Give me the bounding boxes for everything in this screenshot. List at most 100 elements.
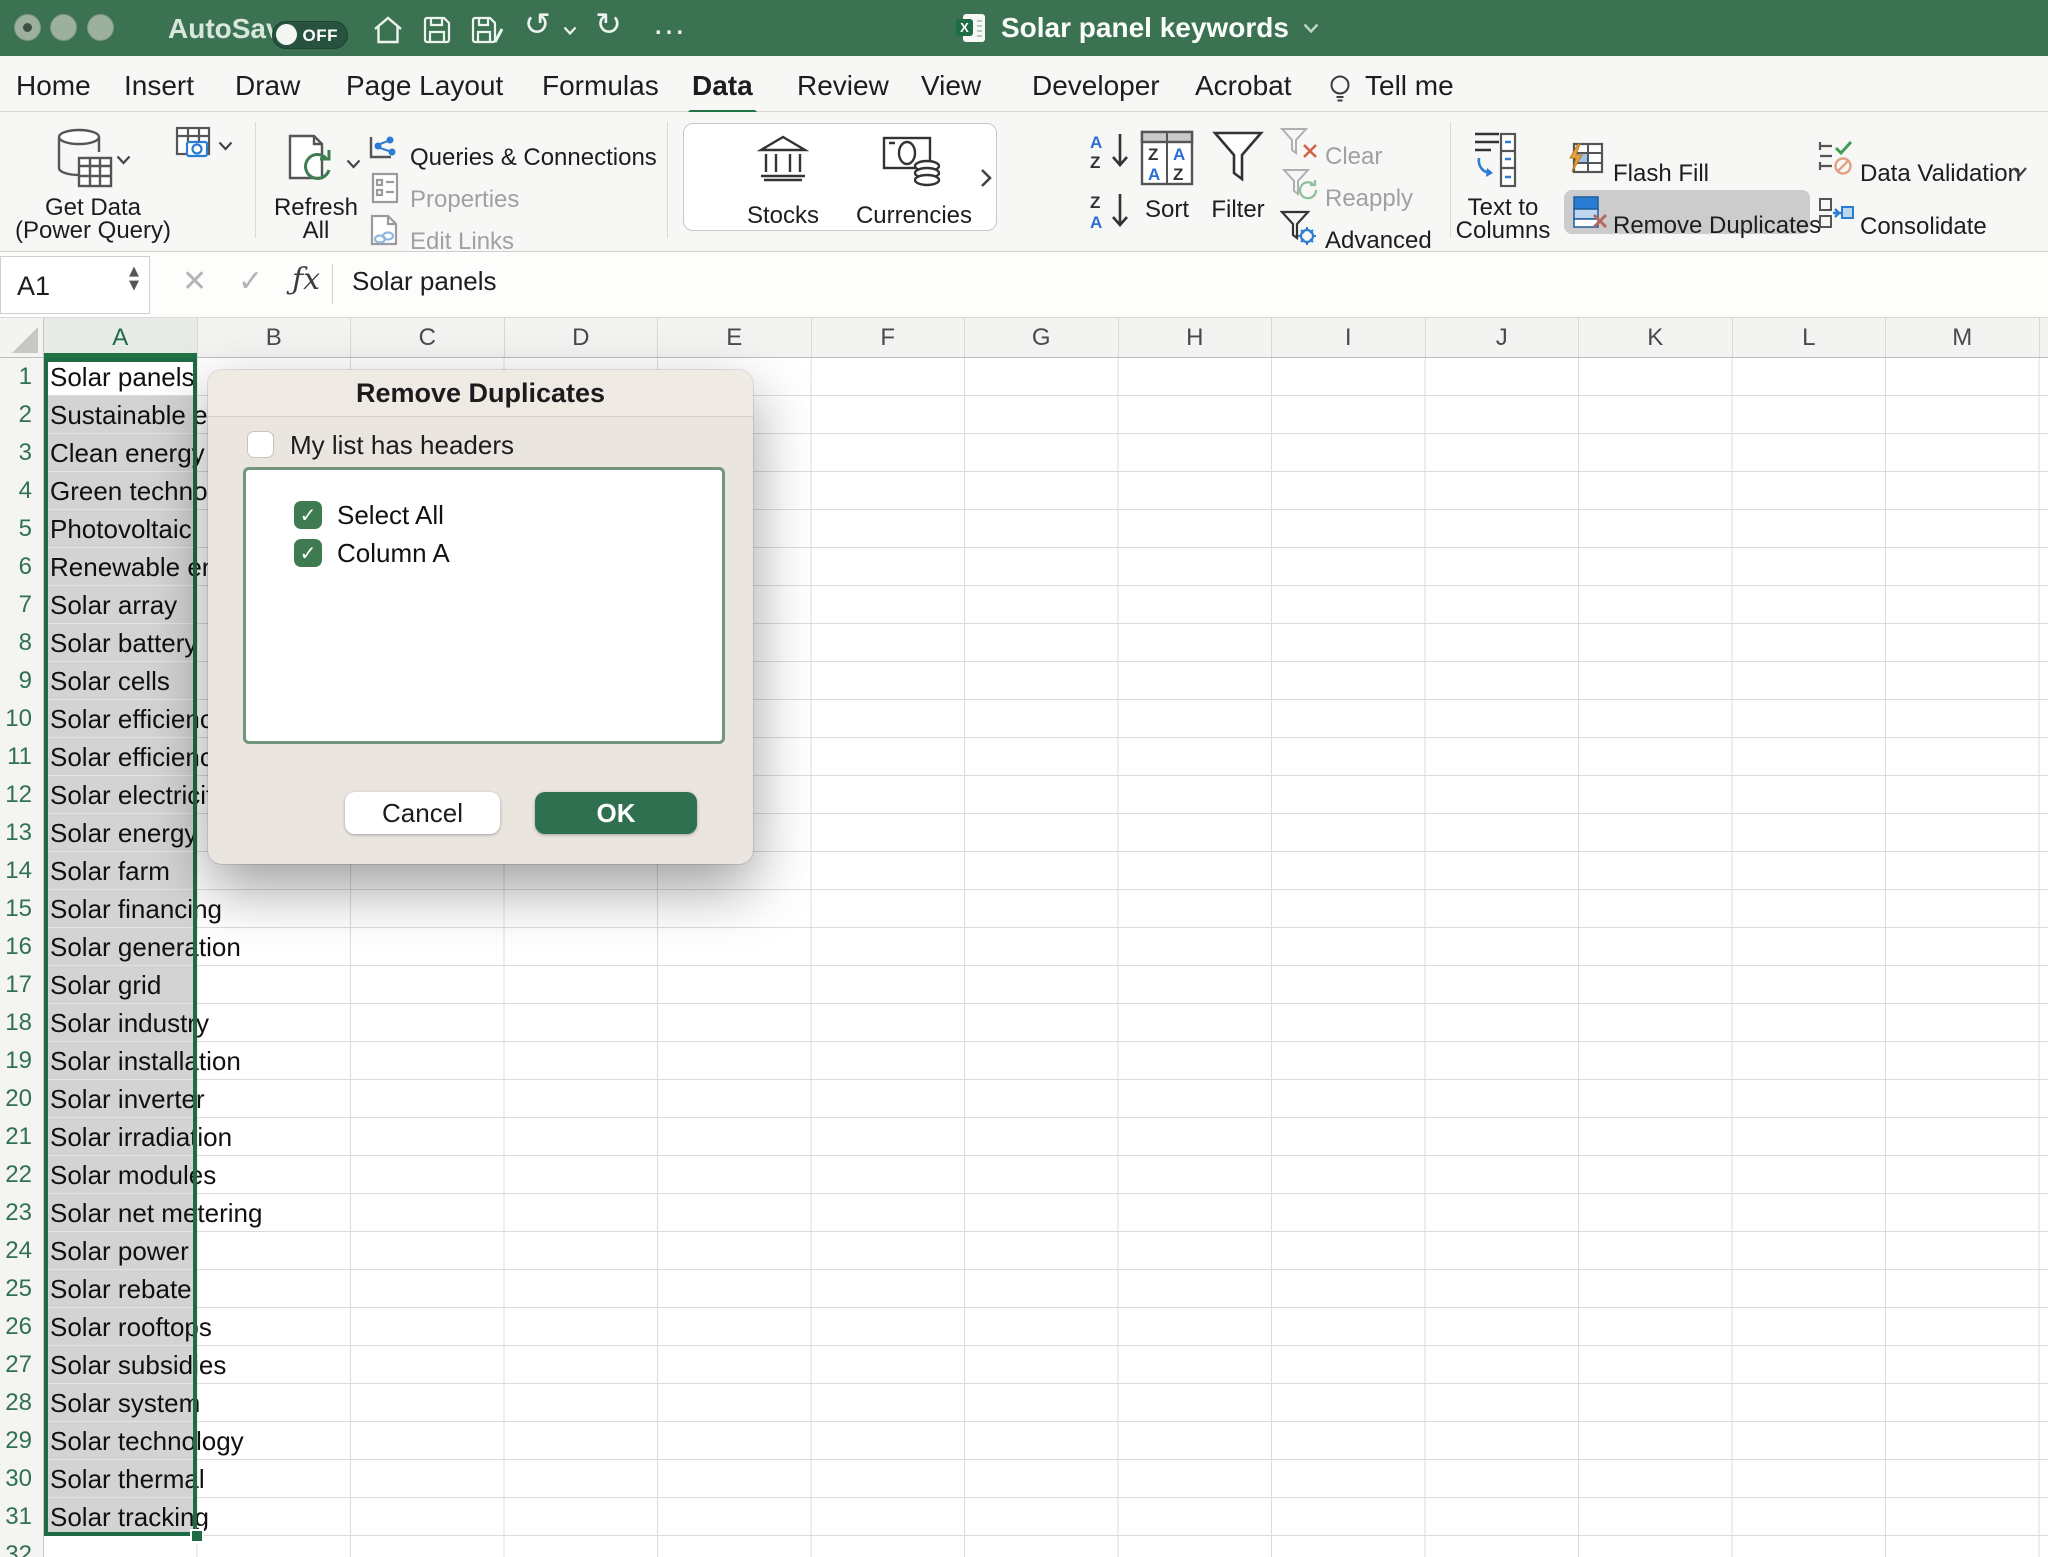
row-header-10[interactable]: 10 xyxy=(0,700,32,738)
filter-button[interactable] xyxy=(1212,130,1264,191)
cell-A8[interactable]: Solar battery xyxy=(50,624,197,662)
row-header-4[interactable]: 4 xyxy=(0,472,32,510)
cell-A25[interactable]: Solar rebate xyxy=(50,1270,192,1308)
tab-page-layout[interactable]: Page Layout xyxy=(346,70,503,102)
column-header-D[interactable]: D xyxy=(505,318,658,357)
name-box-stepper[interactable]: ▲ ▼ xyxy=(129,265,139,293)
flash-fill-label[interactable]: Flash Fill xyxy=(1613,160,1709,188)
cell-A16[interactable]: Solar generation xyxy=(50,928,241,966)
columns-listbox[interactable]: ✓ Select All ✓ Column A xyxy=(243,467,725,744)
data-validation-chevron-icon[interactable] xyxy=(2012,164,2028,182)
cell-A15[interactable]: Solar financing xyxy=(50,890,222,928)
cancel-entry-button[interactable]: ✕ xyxy=(182,264,207,299)
row-header-22[interactable]: 22 xyxy=(0,1156,32,1194)
row-header-7[interactable]: 7 xyxy=(0,586,32,624)
minimize-window-button[interactable] xyxy=(50,14,77,41)
consolidate-button[interactable] xyxy=(1818,197,1854,234)
cell-A12[interactable]: Solar electricity xyxy=(50,776,226,814)
row-header-3[interactable]: 3 xyxy=(0,434,32,472)
row-header-20[interactable]: 20 xyxy=(0,1080,32,1118)
cell-A7[interactable]: Solar array xyxy=(50,586,177,624)
column-option-select-all[interactable]: ✓ Select All xyxy=(294,496,444,534)
cell-A27[interactable]: Solar subsidies xyxy=(50,1346,226,1384)
tab-developer[interactable]: Developer xyxy=(1032,70,1160,102)
column-header-K[interactable]: K xyxy=(1579,318,1733,357)
stocks-label[interactable]: Stocks xyxy=(724,202,842,230)
undo-chevron-icon[interactable] xyxy=(563,26,577,35)
data-validation-label[interactable]: Data Validation xyxy=(1860,160,2021,188)
row-header-17[interactable]: 17 xyxy=(0,966,32,1004)
selection-fill-handle[interactable] xyxy=(190,1529,204,1543)
tab-tell-me[interactable]: Tell me xyxy=(1365,70,1454,102)
currencies-button[interactable] xyxy=(882,136,944,193)
cell-A11[interactable]: Solar efficiency xyxy=(50,738,226,776)
text-to-columns-label[interactable]: Text to Columns xyxy=(1448,196,1558,243)
sort-label[interactable]: Sort xyxy=(1140,196,1194,224)
column-header-B[interactable]: B xyxy=(198,318,351,357)
tab-view[interactable]: View xyxy=(921,70,981,102)
cell-A24[interactable]: Solar power xyxy=(50,1232,189,1270)
row-header-24[interactable]: 24 xyxy=(0,1232,32,1270)
option-checkbox[interactable]: ✓ xyxy=(294,501,322,529)
cell-A1[interactable]: Solar panels xyxy=(50,358,195,396)
option-checkbox[interactable]: ✓ xyxy=(294,539,322,567)
clear-filter-button[interactable] xyxy=(1279,127,1320,170)
column-option-column-a[interactable]: ✓ Column A xyxy=(294,534,450,572)
cell-A21[interactable]: Solar irradiation xyxy=(50,1118,232,1156)
row-header-25[interactable]: 25 xyxy=(0,1270,32,1308)
cancel-button[interactable]: Cancel xyxy=(345,792,500,834)
row-header-27[interactable]: 27 xyxy=(0,1346,32,1384)
properties-label[interactable]: Properties xyxy=(410,186,519,214)
gallery-more-arrow-icon[interactable] xyxy=(980,168,992,193)
queries-connections-button[interactable] xyxy=(368,130,400,167)
cell-A20[interactable]: Solar inverter xyxy=(50,1080,205,1118)
refresh-all-button[interactable] xyxy=(287,128,343,195)
column-header-H[interactable]: H xyxy=(1119,318,1272,357)
row-header-9[interactable]: 9 xyxy=(0,662,32,700)
close-window-button[interactable] xyxy=(14,14,41,41)
data-validation-button[interactable] xyxy=(1818,140,1854,181)
select-all-corner[interactable] xyxy=(0,318,44,357)
cell-A28[interactable]: Solar system xyxy=(50,1384,200,1422)
row-header-32[interactable]: 32 xyxy=(0,1536,32,1557)
confirm-entry-button[interactable]: ✓ xyxy=(238,264,263,299)
consolidate-label[interactable]: Consolidate xyxy=(1860,213,1987,241)
row-header-23[interactable]: 23 xyxy=(0,1194,32,1232)
column-header-I[interactable]: I xyxy=(1272,318,1426,357)
row-header-16[interactable]: 16 xyxy=(0,928,32,966)
row-header-1[interactable]: 1 xyxy=(0,358,32,396)
cell-A29[interactable]: Solar technology xyxy=(50,1422,244,1460)
column-header-G[interactable]: G xyxy=(965,318,1119,357)
row-header-15[interactable]: 15 xyxy=(0,890,32,928)
stocks-button[interactable] xyxy=(756,134,810,189)
row-header-28[interactable]: 28 xyxy=(0,1384,32,1422)
row-header-14[interactable]: 14 xyxy=(0,852,32,890)
cell-A31[interactable]: Solar tracking xyxy=(50,1498,209,1536)
column-header-M[interactable]: M xyxy=(1886,318,2040,357)
home-button[interactable] xyxy=(372,16,404,44)
row-header-21[interactable]: 21 xyxy=(0,1118,32,1156)
from-picture-button[interactable] xyxy=(175,126,213,167)
column-header-A[interactable]: A xyxy=(44,318,198,358)
tab-data[interactable]: Data xyxy=(688,70,757,116)
cell-A5[interactable]: Photovoltaic xyxy=(50,510,192,548)
cell-A10[interactable]: Solar efficiency xyxy=(50,700,226,738)
column-header-E[interactable]: E xyxy=(658,318,812,357)
row-header-11[interactable]: 11 xyxy=(0,738,32,776)
row-header-8[interactable]: 8 xyxy=(0,624,32,662)
insert-function-button[interactable]: ƒx xyxy=(292,262,320,297)
tab-draw[interactable]: Draw xyxy=(235,70,300,102)
cell-A26[interactable]: Solar rooftops xyxy=(50,1308,212,1346)
currencies-label[interactable]: Currencies xyxy=(854,202,974,230)
cell-A3[interactable]: Clean energy xyxy=(50,434,205,472)
row-header-30[interactable]: 30 xyxy=(0,1460,32,1498)
get-data-chevron-icon[interactable] xyxy=(116,152,131,170)
filter-label[interactable]: Filter xyxy=(1204,196,1272,224)
cell-A23[interactable]: Solar net metering xyxy=(50,1194,262,1232)
advanced-filter-button[interactable] xyxy=(1279,210,1320,253)
row-header-26[interactable]: 26 xyxy=(0,1308,32,1346)
column-header-F[interactable]: F xyxy=(812,318,965,357)
remove-duplicates-label[interactable]: Remove Duplicates xyxy=(1613,212,1821,240)
cell-A14[interactable]: Solar farm xyxy=(50,852,170,890)
formula-input[interactable]: Solar panels xyxy=(352,266,497,297)
